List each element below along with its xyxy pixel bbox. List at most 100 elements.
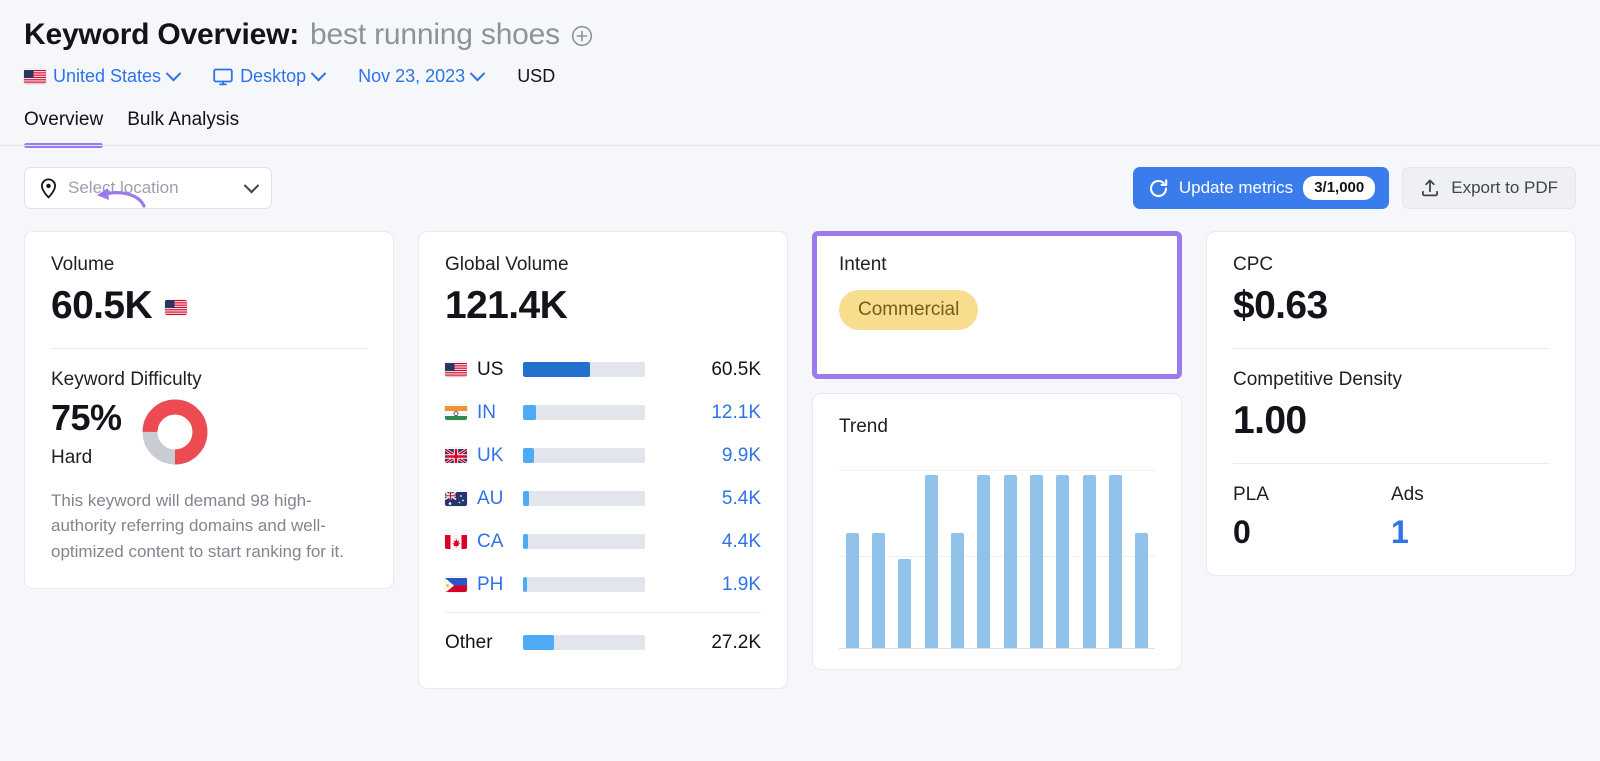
upload-icon (1420, 178, 1440, 198)
keyword-difficulty-donut-chart (142, 399, 208, 470)
keyword-difficulty-description: This keyword will demand 98 high-authori… (51, 491, 344, 561)
trend-bars (839, 464, 1155, 648)
export-to-pdf-label: Export to PDF (1451, 178, 1558, 197)
global-volume-value-label: 5.4K (721, 487, 761, 509)
global-volume-value-label: 60.5K (711, 358, 761, 380)
global-volume-country-label: CA (477, 530, 504, 552)
update-metrics-count: 3/1,000 (1303, 176, 1376, 200)
tab-bulk-analysis-label: Bulk Analysis (127, 109, 240, 130)
global-volume-country: AU (445, 488, 523, 510)
trend-bar-chart (839, 464, 1155, 649)
trend-bar-slot[interactable] (892, 558, 918, 648)
global-volume-row[interactable]: IN 12.1K (445, 391, 761, 434)
trend-bar-slot[interactable] (1050, 475, 1076, 648)
global-volume-card: Global Volume 121.4K US 60.5K IN 12.1K UK 9.9… (418, 231, 788, 689)
plus-circle-icon[interactable] (571, 25, 593, 47)
global-volume-bar-track (523, 491, 645, 506)
trend-bar (977, 475, 991, 648)
export-to-pdf-button[interactable]: Export to PDF (1402, 167, 1576, 209)
volume-value: 60.5K (51, 284, 153, 327)
global-volume-bar-fill (523, 491, 530, 506)
toolbar-actions: Update metrics 3/1,000 Export to PDF (1132, 167, 1576, 209)
trend-bar-slot[interactable] (918, 475, 944, 648)
trend-bar-slot[interactable] (865, 532, 891, 648)
divider (1233, 348, 1549, 349)
chevron-down-icon (243, 177, 260, 193)
trend-bar-slot[interactable] (944, 532, 970, 648)
global-volume-bar-track (523, 362, 645, 377)
trend-bar (1029, 475, 1043, 648)
global-volume-country-label: Other (445, 631, 493, 653)
global-volume-value-label: 1.9K (721, 573, 761, 595)
ads-block: Ads 1 (1391, 484, 1549, 551)
update-metrics-button[interactable]: Update metrics 3/1,000 (1132, 167, 1390, 209)
global-volume-divider (445, 612, 761, 613)
keyword-difficulty-percent: 75% (51, 397, 122, 438)
trend-bar (1108, 475, 1122, 648)
trend-bar-slot[interactable] (1129, 532, 1155, 648)
trend-bar-slot[interactable] (1023, 475, 1049, 648)
pla-block: PLA 0 (1233, 484, 1391, 551)
global-volume-bar-fill (523, 635, 554, 650)
currency-label: USD (517, 66, 556, 86)
intent-trend-column: Intent Commercial Trend (812, 231, 1182, 670)
trend-bar (1135, 532, 1149, 648)
refresh-icon (1148, 178, 1169, 199)
global-volume-value-label: 27.2K (711, 631, 761, 653)
global-volume-row[interactable]: UK 9.9K (445, 434, 761, 477)
trend-bar (871, 532, 885, 648)
device-selector[interactable]: Desktop (213, 65, 327, 87)
tab-overview-label: Overview (24, 109, 104, 130)
keyword-difficulty-level: Hard (51, 447, 93, 468)
currency-label-wrap: USD (517, 66, 555, 87)
global-volume-row[interactable]: AU 5.4K (445, 477, 761, 520)
trend-bar-slot[interactable] (1102, 475, 1128, 648)
monitor-icon (213, 68, 233, 86)
trend-bar-slot[interactable] (839, 532, 865, 648)
pla-label: PLA (1233, 484, 1269, 505)
global-volume-bar-fill (523, 577, 527, 592)
global-volume-bar-track (523, 577, 645, 592)
uk-flag-icon (445, 448, 467, 463)
date-label: Nov 23, 2023 (358, 66, 466, 86)
country-selector[interactable]: United States (24, 65, 182, 87)
ads-value[interactable]: 1 (1391, 514, 1549, 551)
global-volume-row[interactable]: US 60.5K (445, 348, 761, 391)
global-volume-country-label: US (477, 358, 504, 380)
header-filters: United States Desktop Nov 23, 2023 USD (24, 65, 1576, 87)
au-flag-icon (445, 491, 467, 506)
volume-value-row: 60.5K (51, 276, 367, 328)
update-metrics-label: Update metrics (1178, 178, 1294, 197)
competitive-density-label: Competitive Density (1233, 369, 1402, 390)
metrics-grid: Volume 60.5K Keyword Difficulty 75% Hard… (0, 209, 1600, 689)
trend-bar-slot[interactable] (1076, 475, 1102, 648)
global-volume-row[interactable]: CA 4.4K (445, 520, 761, 563)
page-title: Keyword Overview: best running shoes (24, 18, 1576, 52)
global-volume-bar-track (523, 635, 645, 650)
global-volume-country-label: UK (477, 444, 504, 466)
global-volume-row[interactable]: PH 1.9K (445, 563, 761, 606)
us-flag-icon (445, 362, 467, 377)
date-selector[interactable]: Nov 23, 2023 (358, 65, 486, 87)
global-volume-country: UK (445, 445, 523, 467)
global-volume-country: IN (445, 402, 523, 424)
trend-bar-slot[interactable] (971, 475, 997, 648)
cpc-value: $0.63 (1233, 284, 1328, 327)
trend-bar (1056, 475, 1070, 648)
ph-flag-icon (445, 577, 467, 592)
volume-card: Volume 60.5K Keyword Difficulty 75% Hard… (24, 231, 394, 589)
country-label: United States (53, 66, 162, 86)
global-volume-bar-fill (523, 448, 534, 463)
location-selector[interactable]: Select location (24, 167, 272, 209)
keyword-difficulty-row: 75% Hard (51, 397, 367, 470)
trend-bar-slot[interactable] (997, 475, 1023, 648)
trend-label: Trend (839, 416, 888, 437)
global-volume-country-list: US 60.5K IN 12.1K UK 9.9K AU 5.4K CA 4.4K PH 1.9K Ot… (445, 348, 761, 664)
trend-bar (845, 532, 859, 648)
tab-bulk-analysis[interactable]: Bulk Analysis (127, 109, 239, 145)
tab-overview[interactable]: Overview (24, 109, 104, 148)
chevron-down-icon (165, 65, 182, 82)
intent-label: Intent (839, 254, 887, 275)
global-volume-bar-fill (523, 534, 528, 549)
trend-bar (898, 558, 912, 648)
